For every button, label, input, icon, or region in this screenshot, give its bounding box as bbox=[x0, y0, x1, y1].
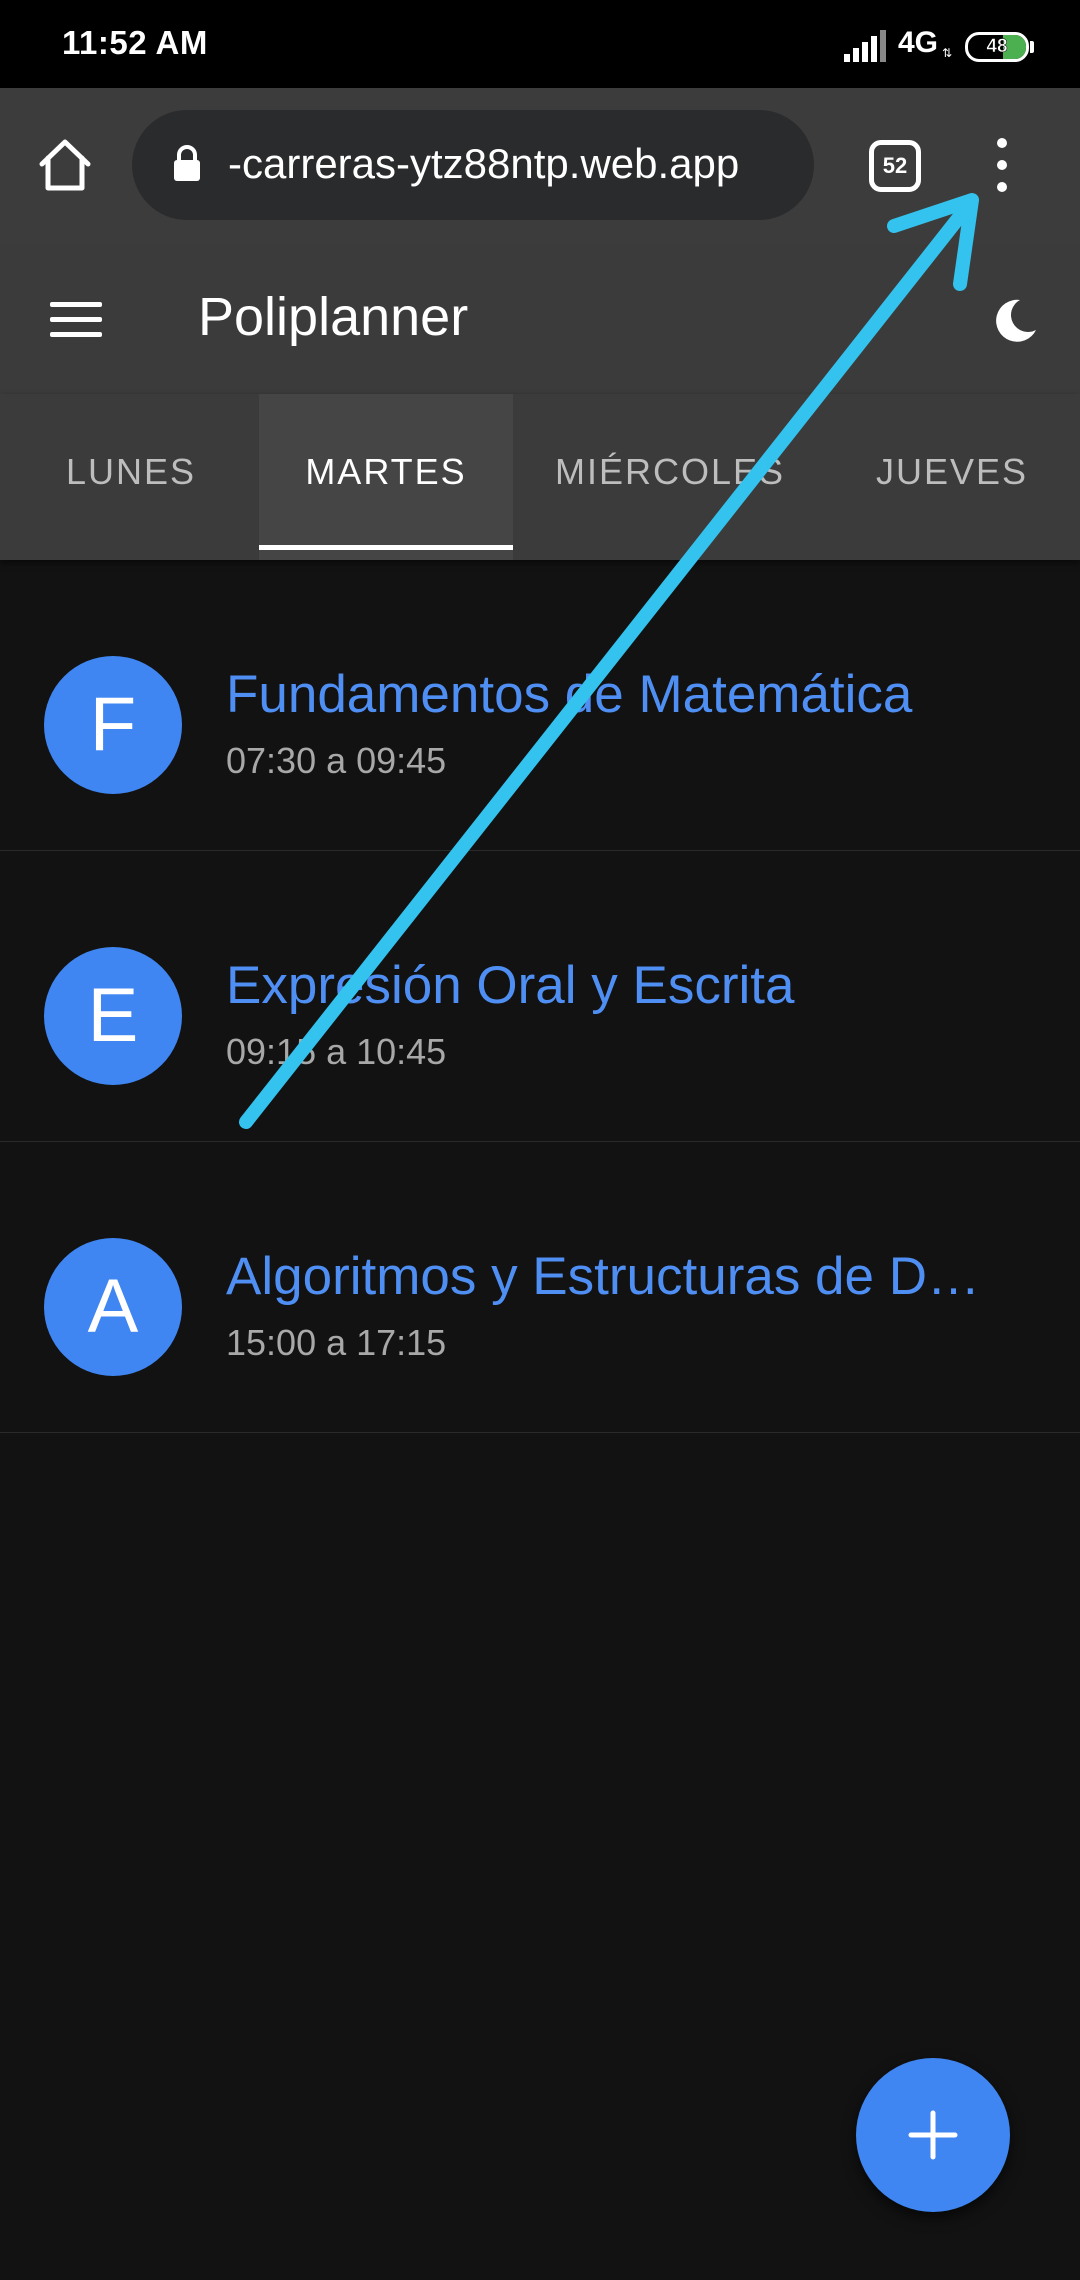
data-activity-icon: ⇅ bbox=[942, 46, 953, 60]
class-time: 07:30 a 09:45 bbox=[226, 740, 447, 781]
home-icon[interactable] bbox=[36, 136, 94, 194]
class-name: Fundamentos de Matemática bbox=[226, 665, 913, 724]
add-class-button[interactable] bbox=[856, 2058, 1010, 2212]
browser-toolbar: -carreras-ytz88ntp.web.app 52 bbox=[0, 88, 1080, 244]
list-item[interactable]: F Fundamentos de Matemática 07:30 a 09:4… bbox=[0, 560, 1080, 851]
tab-jueves[interactable]: JUEVES bbox=[850, 394, 1054, 560]
signal-strength-icon bbox=[844, 30, 886, 62]
address-bar[interactable]: -carreras-ytz88ntp.web.app bbox=[132, 110, 814, 220]
more-vert-icon[interactable] bbox=[985, 138, 1019, 194]
tab-lunes[interactable]: LUNES bbox=[0, 394, 262, 560]
list-item[interactable]: E Expresión Oral y Escrita 09:15 a 10:45 bbox=[0, 851, 1080, 1142]
lock-icon bbox=[174, 145, 200, 181]
avatar: A bbox=[44, 1238, 182, 1376]
status-time: 11:52 AM bbox=[62, 24, 208, 61]
menu-icon[interactable] bbox=[50, 302, 104, 338]
battery-nub bbox=[1030, 41, 1034, 53]
add-icon bbox=[908, 2110, 958, 2160]
dark-mode-moon-icon[interactable] bbox=[990, 296, 1040, 346]
battery-level: 48 bbox=[986, 36, 1008, 58]
app-title: Poliplanner bbox=[198, 287, 469, 347]
tab-switcher-button[interactable]: 52 bbox=[869, 140, 921, 192]
class-time: 09:15 a 10:45 bbox=[226, 1031, 447, 1072]
class-name: Expresión Oral y Escrita bbox=[226, 956, 795, 1015]
class-list: F Fundamentos de Matemática 07:30 a 09:4… bbox=[0, 560, 1080, 1433]
network-type: 4G bbox=[898, 26, 939, 59]
app-bar: Poliplanner bbox=[0, 244, 1080, 394]
tab-martes[interactable]: MARTES bbox=[259, 394, 513, 560]
status-bar: 11:52 AM 4G ⇅ 48 bbox=[0, 0, 1080, 88]
avatar: E bbox=[44, 947, 182, 1085]
avatar: F bbox=[44, 656, 182, 794]
tab-miercoles[interactable]: MIÉRCOLES bbox=[530, 394, 810, 560]
battery-icon: 48 bbox=[965, 32, 1029, 62]
class-time: 15:00 a 17:15 bbox=[226, 1322, 447, 1363]
list-item[interactable]: A Algoritmos y Estructuras de D… 15:00 a… bbox=[0, 1142, 1080, 1433]
url-text[interactable]: -carreras-ytz88ntp.web.app bbox=[228, 140, 739, 188]
day-tabs: LUNES MARTES MIÉRCOLES JUEVES bbox=[0, 394, 1080, 560]
class-name: Algoritmos y Estructuras de D… bbox=[226, 1247, 981, 1306]
